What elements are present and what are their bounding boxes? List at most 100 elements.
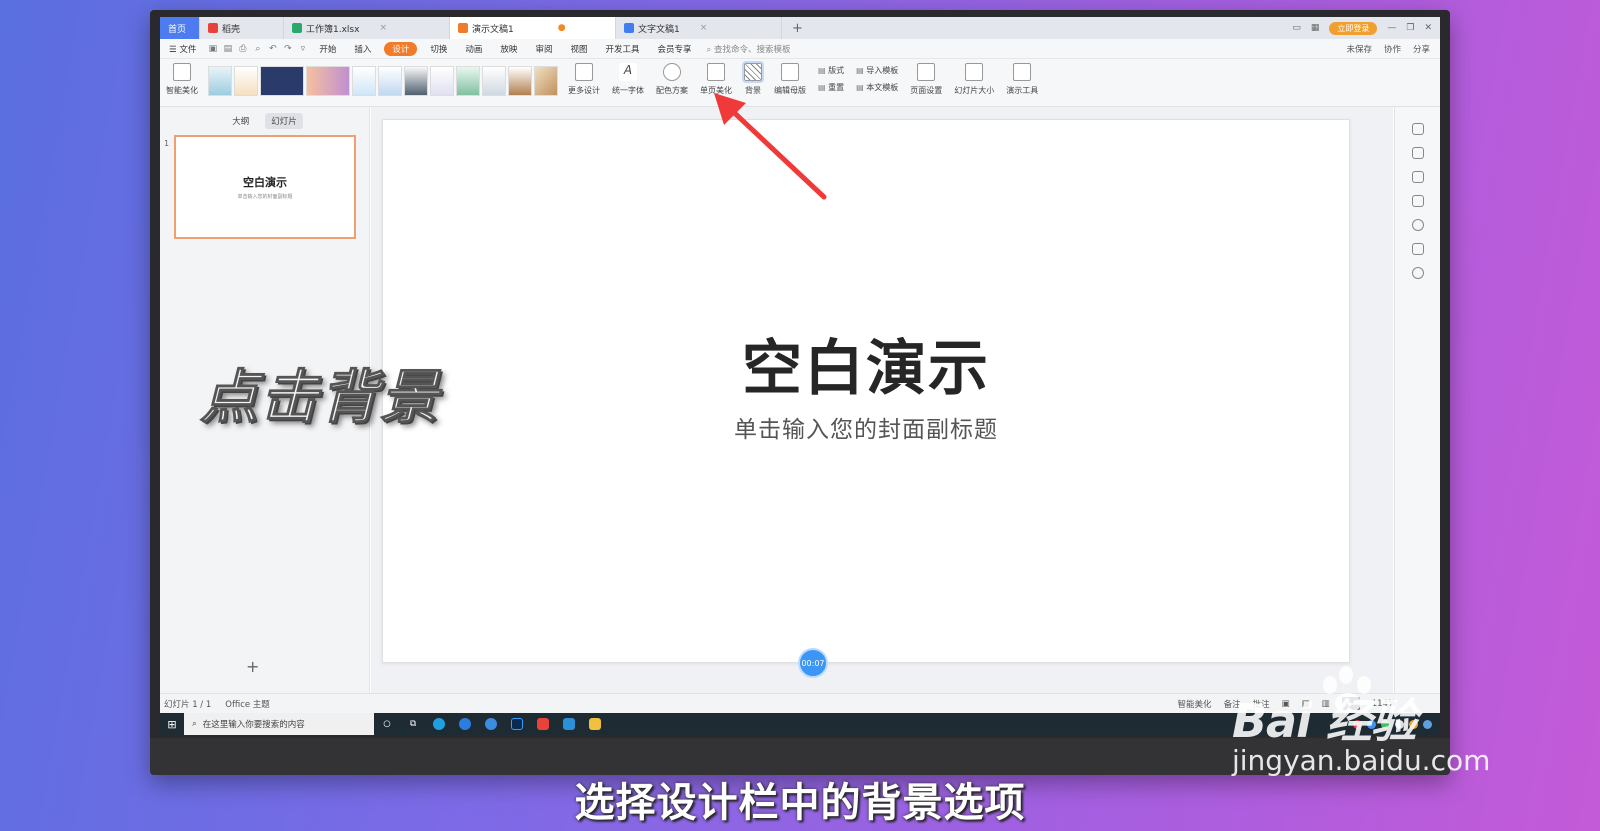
panel-tabs: 大纲 幻灯片 bbox=[160, 113, 369, 129]
collaborate-button[interactable]: 协作 bbox=[1384, 43, 1401, 55]
task-view-icon[interactable]: ⧉ bbox=[400, 713, 426, 735]
properties-icon[interactable] bbox=[1411, 147, 1424, 159]
browser-icon[interactable] bbox=[426, 713, 452, 735]
menu-transition[interactable]: 切换 bbox=[421, 43, 456, 55]
login-button[interactable]: 立即登录 bbox=[1329, 21, 1378, 35]
pointer-arrow bbox=[714, 93, 827, 200]
preview-icon[interactable]: ⌕ bbox=[252, 44, 263, 54]
menu-design[interactable]: 设计 bbox=[384, 41, 418, 56]
layout-button[interactable]: 版式 bbox=[818, 65, 844, 76]
theme-thumbnail[interactable] bbox=[352, 66, 376, 96]
tab-document[interactable]: 文字文稿1 × bbox=[616, 17, 782, 39]
minimize-icon[interactable]: — bbox=[1387, 23, 1396, 33]
share-button[interactable]: 分享 bbox=[1413, 43, 1430, 55]
tab-docer[interactable]: 稻壳 bbox=[200, 17, 284, 39]
new-tab-button[interactable]: + bbox=[782, 21, 813, 36]
tab-outline[interactable]: 大纲 bbox=[226, 113, 255, 129]
thumbnail-subtitle: 单击输入您的封面副标题 bbox=[237, 194, 293, 200]
copy-icon[interactable] bbox=[1411, 195, 1424, 207]
menu-bar: ☰ 文件 ▣ ▤ ⎙ ⌕ ↶ ↷ ▿ 开始 插入 设计 切换 动画 放映 审阅 … bbox=[160, 39, 1440, 59]
import-template-button[interactable]: 导入模板 bbox=[856, 65, 898, 76]
menu-developer[interactable]: 开发工具 bbox=[596, 43, 648, 55]
theme-gallery bbox=[204, 63, 562, 99]
undo-icon[interactable]: ↶ bbox=[267, 44, 278, 54]
app-icon[interactable] bbox=[556, 713, 582, 735]
slide-subtitle[interactable]: 单击输入您的封面副标题 bbox=[383, 410, 1349, 444]
menu-start[interactable]: 开始 bbox=[310, 43, 345, 55]
theme-thumbnail[interactable] bbox=[208, 66, 232, 96]
edge-icon[interactable] bbox=[452, 713, 478, 735]
smart-beautify-button[interactable]: 智能美化 bbox=[160, 63, 204, 96]
theme-thumbnail[interactable] bbox=[430, 66, 454, 96]
theme-thumbnail[interactable] bbox=[306, 66, 350, 96]
unsaved-status[interactable]: 未保存 bbox=[1346, 43, 1372, 55]
unify-font-button[interactable]: A 统一字体 bbox=[606, 63, 650, 96]
help-icon[interactable] bbox=[1411, 219, 1424, 231]
taskbar-search[interactable]: ⌕ 在这里输入你要搜索的内容 bbox=[184, 713, 374, 735]
tab-presentation[interactable]: 演示文稿1 ● bbox=[450, 17, 616, 39]
layout-icon[interactable]: ▭ bbox=[1292, 23, 1301, 33]
search-icon: ⌕ bbox=[192, 719, 197, 729]
menu-review[interactable]: 审阅 bbox=[526, 43, 561, 55]
menu-view[interactable]: 视图 bbox=[561, 43, 596, 55]
color-scheme-button[interactable]: 配色方案 bbox=[650, 63, 694, 96]
export-icon[interactable]: ▤ bbox=[222, 44, 233, 54]
pin-icon[interactable] bbox=[1411, 171, 1424, 183]
wps-icon[interactable] bbox=[530, 713, 556, 735]
print-icon[interactable]: ⎙ bbox=[237, 44, 248, 54]
theme-thumbnail[interactable] bbox=[534, 66, 558, 96]
redo-icon[interactable]: ↷ bbox=[282, 44, 293, 54]
more-icon[interactable]: ▿ bbox=[297, 44, 308, 54]
save-icon[interactable]: ▣ bbox=[207, 44, 218, 54]
cortana-icon[interactable]: ○ bbox=[374, 713, 400, 735]
watermark-brand: Bai 经验 bbox=[1232, 694, 1417, 748]
video-subtitle: 选择设计栏中的背景选项 bbox=[574, 780, 1026, 826]
tab-slides[interactable]: 幻灯片 bbox=[265, 113, 303, 129]
close-icon[interactable]: × bbox=[379, 23, 387, 33]
menu-animation[interactable]: 动画 bbox=[456, 43, 491, 55]
theme-thumbnail[interactable] bbox=[378, 66, 402, 96]
menu-slideshow[interactable]: 放映 bbox=[491, 43, 526, 55]
settings-icon[interactable] bbox=[1411, 267, 1424, 279]
restore-icon[interactable]: ❐ bbox=[1406, 23, 1414, 33]
windows-start-icon[interactable]: ⊞ bbox=[160, 713, 184, 735]
theme-thumbnail[interactable] bbox=[260, 66, 304, 96]
slide-title[interactable]: 空白演示 bbox=[383, 320, 1349, 407]
close-icon[interactable]: × bbox=[700, 23, 708, 33]
smart-beautify-status[interactable]: 智能美化 bbox=[1178, 698, 1212, 710]
instruction-caption: 点击背景 bbox=[199, 363, 441, 432]
more-design-button[interactable]: 更多设计 bbox=[562, 63, 606, 96]
tab-home[interactable]: 首页 bbox=[160, 17, 200, 39]
this-template-button[interactable]: 本文模板 bbox=[856, 82, 898, 93]
theme-thumbnail[interactable] bbox=[508, 66, 532, 96]
menu-member[interactable]: 会员专享 bbox=[648, 43, 700, 55]
theme-thumbnail[interactable] bbox=[234, 66, 258, 96]
sogou-icon[interactable] bbox=[478, 713, 504, 735]
file-menu[interactable]: ☰ 文件 bbox=[160, 43, 205, 55]
slide-size-button[interactable]: 幻灯片大小 bbox=[948, 63, 1000, 96]
photoshop-icon[interactable] bbox=[504, 713, 530, 735]
add-slide-button[interactable]: + bbox=[246, 657, 259, 676]
slide-size-icon bbox=[965, 63, 984, 81]
page-setup-icon bbox=[917, 63, 936, 81]
command-search[interactable]: ⌕ 查找命令、搜索模板 bbox=[707, 43, 791, 55]
slide[interactable]: 空白演示 单击输入您的封面副标题 bbox=[382, 119, 1350, 663]
grid-icon[interactable]: ▦ bbox=[1311, 23, 1320, 33]
folder-icon[interactable] bbox=[582, 713, 608, 735]
recording-timer: 00:07 bbox=[798, 648, 828, 678]
palette-icon bbox=[663, 63, 681, 81]
theme-thumbnail[interactable] bbox=[456, 66, 480, 96]
window-controls: ▭ ▦ 立即登录 — ❐ ✕ bbox=[1292, 21, 1440, 35]
image-icon[interactable] bbox=[1411, 243, 1424, 255]
presentation-tools-button[interactable]: 演示工具 bbox=[1000, 63, 1044, 96]
theme-thumbnail[interactable] bbox=[482, 66, 506, 96]
tab-workbook[interactable]: 工作簿1.xlsx × bbox=[284, 17, 450, 39]
close-window-icon[interactable]: ✕ bbox=[1424, 23, 1432, 33]
style-icon[interactable] bbox=[1411, 123, 1424, 135]
theme-thumbnail[interactable] bbox=[404, 66, 428, 96]
grid-icon bbox=[575, 63, 593, 81]
slide-thumbnail[interactable]: 空白演示 单击输入您的封面副标题 bbox=[174, 135, 356, 239]
page-setup-button[interactable]: 页面设置 bbox=[904, 63, 948, 96]
master-icon bbox=[781, 63, 799, 81]
menu-insert[interactable]: 插入 bbox=[345, 43, 380, 55]
